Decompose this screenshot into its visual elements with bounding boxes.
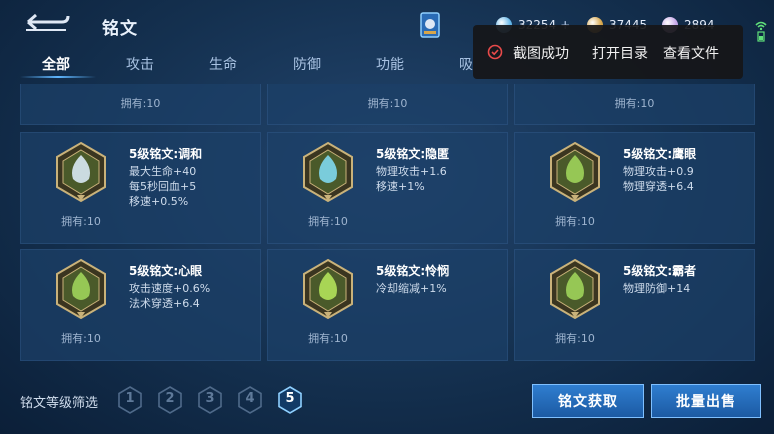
stat-line: 攻击速度+0.6% (129, 282, 211, 295)
level-number: 1 (125, 391, 135, 406)
screenshot-toast: 截图成功 打开目录 查看文件 (473, 25, 743, 79)
owned-count: 拥有:10 (555, 215, 595, 228)
owned-count: 拥有:10 (308, 215, 348, 228)
inscription-stats: 攻击速度+0.6% 法术穿透+6.4 (129, 281, 210, 311)
level-filter-label: 铭文等级筛选 (20, 396, 99, 411)
level-filter-4[interactable]: 4 (237, 386, 263, 414)
inscription-stats: 最大生命+40 每5秒回血+5 移速+0.5% (129, 164, 196, 209)
inscription-name: 5级铭文:鹰眼 (623, 147, 697, 161)
level-number: 5 (285, 391, 295, 406)
inscription-card[interactable]: 拥有:10 (514, 84, 755, 125)
level-filter-1[interactable]: 1 (117, 386, 143, 414)
stat-line: 冷却缩减+1% (376, 282, 447, 295)
inscription-stats: 物理攻击+0.9 物理穿透+6.4 (623, 164, 694, 194)
stat-line: 最大生命+40 (129, 165, 197, 178)
crystal-white-icon (56, 141, 106, 203)
tab-lifesteal[interactable]: 吸 (459, 54, 473, 74)
star-green-icon (303, 258, 353, 320)
owned-count: 拥有:10 (367, 97, 408, 110)
wifi-battery-icon (755, 21, 767, 42)
inscription-card[interactable]: 5级铭文:心眼 攻击速度+0.6% 法术穿透+6.4 拥有:10 (20, 249, 261, 361)
tab-defense[interactable]: 防御 (293, 54, 321, 74)
level-filter-5[interactable]: 5 (277, 386, 303, 414)
inscription-card[interactable]: 5级铭文:调和 最大生命+40 每5秒回血+5 移速+0.5% 拥有:10 (20, 132, 261, 244)
active-tab-indicator (20, 76, 96, 78)
back-arrow-icon[interactable] (22, 10, 70, 34)
stat-line: 法术穿透+6.4 (129, 297, 200, 310)
obtain-inscription-button[interactable]: 铭文获取 (532, 384, 644, 418)
level-filter-3[interactable]: 3 (197, 386, 223, 414)
stat-line: 移速+1% (376, 180, 425, 193)
inscription-card[interactable]: 5级铭文:隐匿 物理攻击+1.6 移速+1% 拥有:10 (267, 132, 508, 244)
level-number: 3 (205, 391, 215, 406)
tab-utility[interactable]: 功能 (376, 54, 404, 74)
inscription-stats: 物理攻击+1.6 移速+1% (376, 164, 447, 194)
inscription-card[interactable]: 拥有:10 (267, 84, 508, 125)
book-green-icon (56, 258, 106, 320)
inscription-card[interactable]: 拥有:10 (20, 84, 261, 125)
batch-sell-button[interactable]: 批量出售 (651, 384, 761, 418)
tab-all[interactable]: 全部 (42, 54, 70, 74)
stat-line: 物理攻击+1.6 (376, 165, 447, 178)
inscription-stats: 冷却缩减+1% (376, 281, 447, 296)
owned-count: 拥有:10 (308, 332, 348, 345)
inscription-name: 5级铭文:霸者 (623, 264, 697, 278)
stat-line: 物理攻击+0.9 (623, 165, 694, 178)
eagle-green-icon (550, 141, 600, 203)
tab-attack[interactable]: 攻击 (126, 54, 154, 74)
level-number: 4 (245, 391, 255, 406)
toast-message: 截图成功 (513, 46, 569, 62)
inscription-card[interactable]: 5级铭文:怜悯 冷却缩减+1% 拥有:10 (267, 249, 508, 361)
card-shop-icon[interactable] (419, 11, 441, 39)
inscription-card[interactable]: 5级铭文:霸者 物理防御+14 拥有:10 (514, 249, 755, 361)
owned-count: 拥有:10 (120, 97, 161, 110)
inscription-name: 5级铭文:心眼 (129, 264, 203, 278)
owned-count: 拥有:10 (555, 332, 595, 345)
inscription-name: 5级铭文:调和 (129, 147, 203, 161)
flame-blue-icon (303, 141, 353, 203)
owned-count: 拥有:10 (61, 215, 101, 228)
shield-green-icon (550, 258, 600, 320)
view-file-link[interactable]: 查看文件 (663, 43, 719, 63)
stat-line: 每5秒回血+5 (129, 180, 197, 193)
stat-line: 物理穿透+6.4 (623, 180, 694, 193)
inscription-stats: 物理防御+14 (623, 281, 690, 296)
inscription-name: 5级铭文:怜悯 (376, 264, 450, 278)
stat-line: 物理防御+14 (623, 282, 691, 295)
level-filter-2[interactable]: 2 (157, 386, 183, 414)
inscription-card[interactable]: 5级铭文:鹰眼 物理攻击+0.9 物理穿透+6.4 拥有:10 (514, 132, 755, 244)
owned-count: 拥有:10 (614, 97, 655, 110)
check-circle-icon (487, 44, 503, 60)
tab-health[interactable]: 生命 (209, 54, 237, 74)
level-number: 2 (165, 391, 175, 406)
stat-line: 移速+0.5% (129, 195, 189, 208)
page-title: 铭文 (102, 19, 138, 39)
inscription-name: 5级铭文:隐匿 (376, 147, 450, 161)
open-directory-link[interactable]: 打开目录 (592, 43, 648, 63)
owned-count: 拥有:10 (61, 332, 101, 345)
